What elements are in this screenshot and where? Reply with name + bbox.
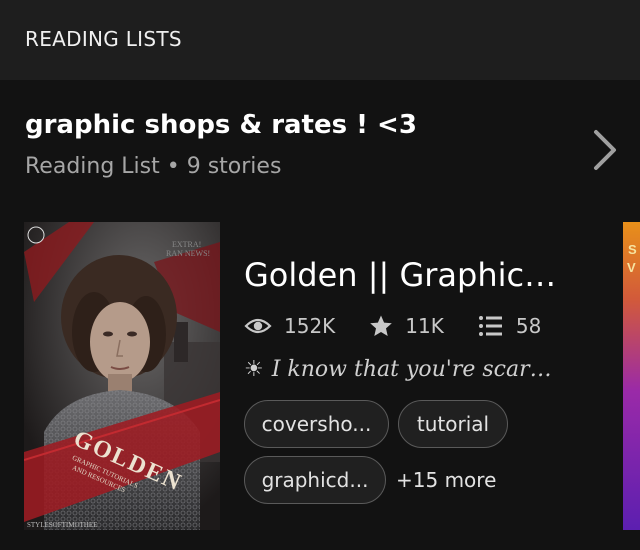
story-tagline: ☀ I know that you're scar… bbox=[244, 352, 552, 386]
list-icon bbox=[478, 316, 502, 336]
cover-small-text: EXTRA! bbox=[172, 240, 201, 249]
sun-icon: ☀ bbox=[244, 356, 264, 382]
reading-list-title[interactable]: graphic shops & rates ! <3 bbox=[25, 110, 417, 140]
reading-list-header[interactable]: graphic shops & rates ! <3 Reading List … bbox=[0, 80, 640, 202]
section-header: READING LISTS bbox=[0, 0, 640, 80]
next-cover-image: S V bbox=[623, 222, 640, 530]
tag-chip[interactable]: graphicd... bbox=[244, 456, 386, 504]
next-cover-letter: V bbox=[627, 260, 636, 275]
parts-count: 58 bbox=[515, 314, 542, 338]
votes-stat: 11K bbox=[369, 314, 444, 338]
tagline-text: I know that you're scar… bbox=[271, 356, 552, 382]
reads-stat: 152K bbox=[244, 314, 335, 338]
more-tags-link[interactable]: +15 more bbox=[396, 468, 496, 492]
reads-count: 152K bbox=[284, 314, 336, 338]
tag-chip[interactable]: coversho... bbox=[244, 400, 389, 448]
star-icon bbox=[370, 315, 393, 336]
cover-image: EXTRA! RAN NEWS! GOLDEN GRAPHIC TUTORIAL… bbox=[24, 222, 220, 530]
story-stats: 152K 11K 58 bbox=[244, 312, 575, 340]
parts-stat: 58 bbox=[478, 314, 541, 338]
story-cover[interactable]: EXTRA! RAN NEWS! GOLDEN GRAPHIC TUTORIAL… bbox=[24, 222, 220, 530]
votes-count: 11K bbox=[405, 314, 444, 338]
next-story-cover[interactable]: S V bbox=[623, 222, 640, 530]
next-cover-letter: S bbox=[628, 242, 637, 257]
section-title: READING LISTS bbox=[25, 27, 182, 51]
story-title[interactable]: Golden || Graphic… bbox=[244, 256, 556, 294]
tag-chip[interactable]: tutorial bbox=[398, 400, 508, 448]
chevron-right-icon[interactable] bbox=[588, 128, 622, 172]
eye-icon bbox=[244, 318, 272, 334]
reading-list-meta: Reading List • 9 stories bbox=[25, 154, 282, 179]
cover-credit: STYLESOFTIMOTHEE bbox=[27, 521, 97, 529]
cover-small-text-2: RAN NEWS! bbox=[166, 249, 210, 258]
